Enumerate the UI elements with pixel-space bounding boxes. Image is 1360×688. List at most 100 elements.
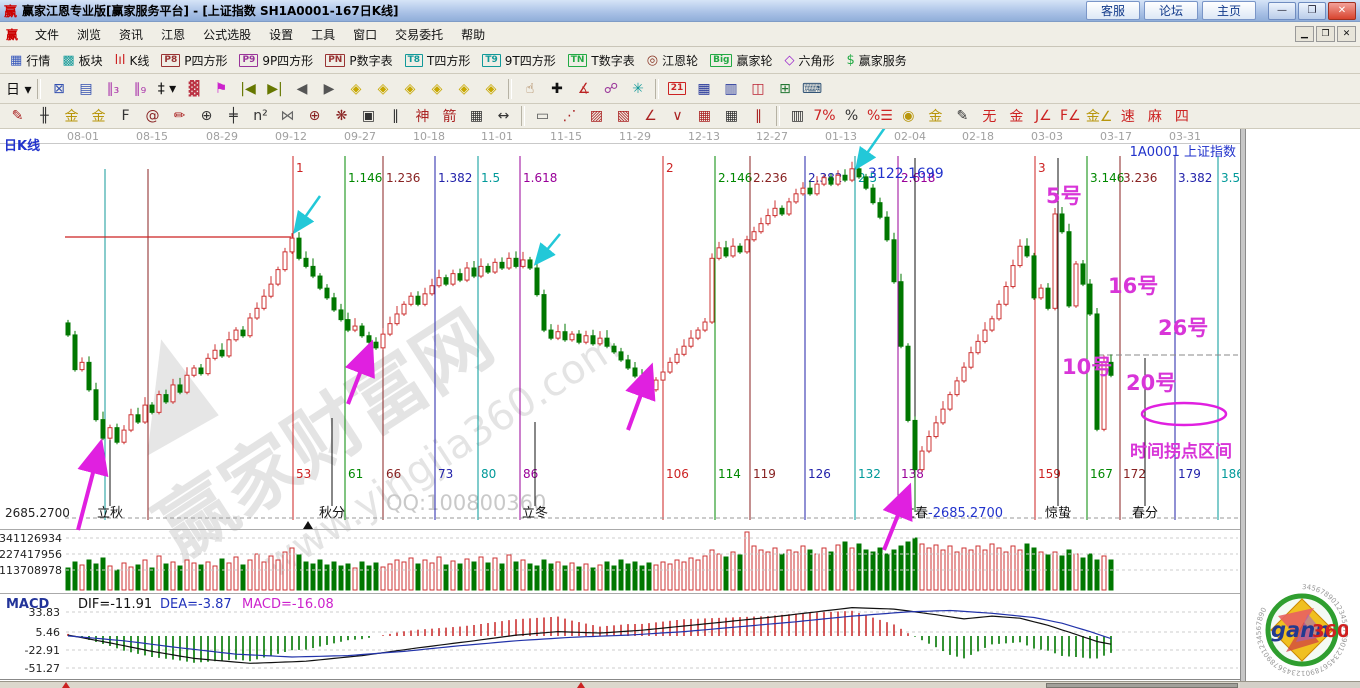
si-lines-tool[interactable]: 四 [1168, 105, 1195, 127]
jump-start-button[interactable]: |◀ [234, 78, 261, 100]
angle-tool[interactable]: ∡ [570, 78, 597, 100]
menu-item-3[interactable]: 资讯 [110, 24, 152, 45]
percent-tool[interactable]: % [838, 105, 865, 127]
price-bars-tool[interactable]: ▥ [784, 105, 811, 127]
bar3-icon[interactable]: ∥₃ [99, 78, 126, 100]
menu-item-4[interactable]: 江恩 [152, 24, 194, 45]
hand-tool[interactable]: ☝ [516, 78, 543, 100]
parallel-tool[interactable]: ∥ [745, 105, 772, 127]
ma-lines-tool[interactable]: 麻 [1141, 105, 1168, 127]
box-grid-tool[interactable]: ▣ [355, 105, 382, 127]
menu-item-10[interactable]: 帮助 [452, 24, 494, 45]
save-button[interactable]: ◫ [744, 78, 771, 100]
zoom-expand-v-button[interactable]: ◈ [450, 78, 477, 100]
f-grid-tool[interactable]: F [112, 105, 139, 127]
p-square-button[interactable]: P8P四方形 [155, 50, 233, 71]
t9-square-button[interactable]: T99T四方形 [476, 50, 561, 71]
p9-square-button[interactable]: P99P四方形 [233, 50, 319, 71]
period-day-dropdown[interactable]: 日 ▾ [4, 78, 33, 100]
pencil-tool[interactable]: ✎ [4, 105, 31, 127]
kline-color-icon[interactable]: ▓ [180, 78, 207, 100]
grid-tool[interactable]: ╫ [31, 105, 58, 127]
f-angle-tool[interactable]: F∠ [1057, 105, 1084, 127]
child-restore-button[interactable]: ❐ [1316, 26, 1335, 42]
netdisk-button[interactable]: ⊞ [771, 78, 798, 100]
circle-grid-tool[interactable]: ⊕ [193, 105, 220, 127]
pencil-2-tool[interactable]: ✏ [166, 105, 193, 127]
gold-grid-2[interactable]: 金 [85, 105, 112, 127]
web-tool[interactable]: ❋ [328, 105, 355, 127]
calculator-button[interactable]: ▦ [690, 78, 717, 100]
gann-compass-tool[interactable]: ⊕ [301, 105, 328, 127]
jian-grid-tool[interactable]: 箭 [436, 105, 463, 127]
menu-item-7[interactable]: 工具 [302, 24, 344, 45]
v-lines-tool[interactable]: ∨ [664, 105, 691, 127]
gold-grid-1[interactable]: 金 [58, 105, 85, 127]
wu-angle-tool[interactable]: 无 [976, 105, 1003, 127]
ruler-grid-tool[interactable]: ▦ [463, 105, 490, 127]
minimize-button[interactable]: — [1268, 2, 1296, 20]
crosshair-tool[interactable]: ✚ [543, 78, 570, 100]
f10-info-icon[interactable]: ▤ [72, 78, 99, 100]
titlebar-link-1[interactable]: 客服 [1086, 1, 1140, 20]
width-arrows-tool[interactable]: ↔ [490, 105, 517, 127]
smart-tool[interactable]: ✳ [624, 78, 651, 100]
chart-area[interactable]: 赢家财富网www.yingjia360.comQQ:1008003601531.… [0, 129, 1240, 681]
sectors-button[interactable]: ▩板块 [56, 50, 108, 71]
step-back-button[interactable]: ◀ [288, 78, 315, 100]
percent-lines-tool[interactable]: %☰ [865, 105, 895, 127]
zoom-expand-all-button[interactable]: ◈ [477, 78, 504, 100]
pattern-window-icon[interactable]: ⊠ [45, 78, 72, 100]
j-angle-tool[interactable]: J∠ [1030, 105, 1057, 127]
p-number-table-button[interactable]: PNP数字表 [319, 50, 398, 71]
gold-circle-tool[interactable]: ◉ [895, 105, 922, 127]
spiral-tool[interactable]: @ [139, 105, 166, 127]
box-select-tool[interactable]: ▭ [529, 105, 556, 127]
t-square-button[interactable]: T8T四方形 [399, 50, 477, 71]
mask-tool[interactable]: ☍ [597, 78, 624, 100]
menu-item-6[interactable]: 设置 [260, 24, 302, 45]
kline-button[interactable]: lılK线 [109, 50, 156, 71]
winner-service-button[interactable]: $赢家服务 [841, 50, 913, 71]
menu-item-9[interactable]: 交易委托 [386, 24, 452, 45]
n2-tool[interactable]: n² [247, 105, 274, 127]
t-number-table-button[interactable]: TNT数字表 [562, 50, 641, 71]
menu-item-5[interactable]: 公式选股 [194, 24, 260, 45]
angle-fan-tool[interactable]: ∠ [637, 105, 664, 127]
scrollbar-thumb[interactable] [1046, 683, 1238, 688]
flag-mark-icon[interactable]: ⚑ [207, 78, 234, 100]
zoom-compress-right-button[interactable]: ◈ [369, 78, 396, 100]
hexagon-button[interactable]: ◇六角形 [778, 50, 840, 71]
print-button[interactable]: ⌨ [798, 78, 825, 100]
shen-grid-tool[interactable]: 神 [409, 105, 436, 127]
winner-wheel-button[interactable]: Big赢家轮 [704, 50, 778, 71]
gold-lines-tool[interactable]: 金 [922, 105, 949, 127]
step-forward-button[interactable]: ▶ [315, 78, 342, 100]
calendar-button[interactable]: 21 [663, 78, 690, 100]
menu-item-2[interactable]: 浏览 [68, 24, 110, 45]
close-button[interactable]: ✕ [1328, 2, 1356, 20]
grid-a-tool[interactable]: ▦ [691, 105, 718, 127]
child-window-icon[interactable]: 赢 [6, 26, 18, 43]
menu-item-8[interactable]: 窗口 [344, 24, 386, 45]
bar9-icon[interactable]: ∥₉ [126, 78, 153, 100]
percent7-tool[interactable]: 7% [811, 105, 838, 127]
jump-end-button[interactable]: ▶| [261, 78, 288, 100]
pencil-angle-tool[interactable]: ✎ [949, 105, 976, 127]
gold-angle-tool[interactable]: 金∠ [1084, 105, 1115, 127]
fan-box2-tool[interactable]: ▧ [610, 105, 637, 127]
grid-b-tool[interactable]: ▦ [718, 105, 745, 127]
titlebar-link-2[interactable]: 论坛 [1144, 1, 1198, 20]
fan-lines-tool[interactable]: ⋰ [556, 105, 583, 127]
horizontal-scrollbar[interactable] [0, 681, 1240, 688]
zoom-compress-h-button[interactable]: ◈ [423, 78, 450, 100]
fan-box-tool[interactable]: ▨ [583, 105, 610, 127]
candle-style-dropdown[interactable]: ‡ ▾ [153, 78, 180, 100]
notes-button[interactable]: ▥ [717, 78, 744, 100]
child-close-button[interactable]: ✕ [1337, 26, 1356, 42]
gann-wheel-button[interactable]: ◎江恩轮 [641, 50, 704, 71]
menu-item-1[interactable]: 文件 [26, 24, 68, 45]
main-chart-svg[interactable]: 赢家财富网www.yingjia360.comQQ:1008003601531.… [0, 129, 1240, 681]
zoom-compress-left-button[interactable]: ◈ [342, 78, 369, 100]
market-quotes-button[interactable]: ▦行情 [4, 50, 56, 71]
